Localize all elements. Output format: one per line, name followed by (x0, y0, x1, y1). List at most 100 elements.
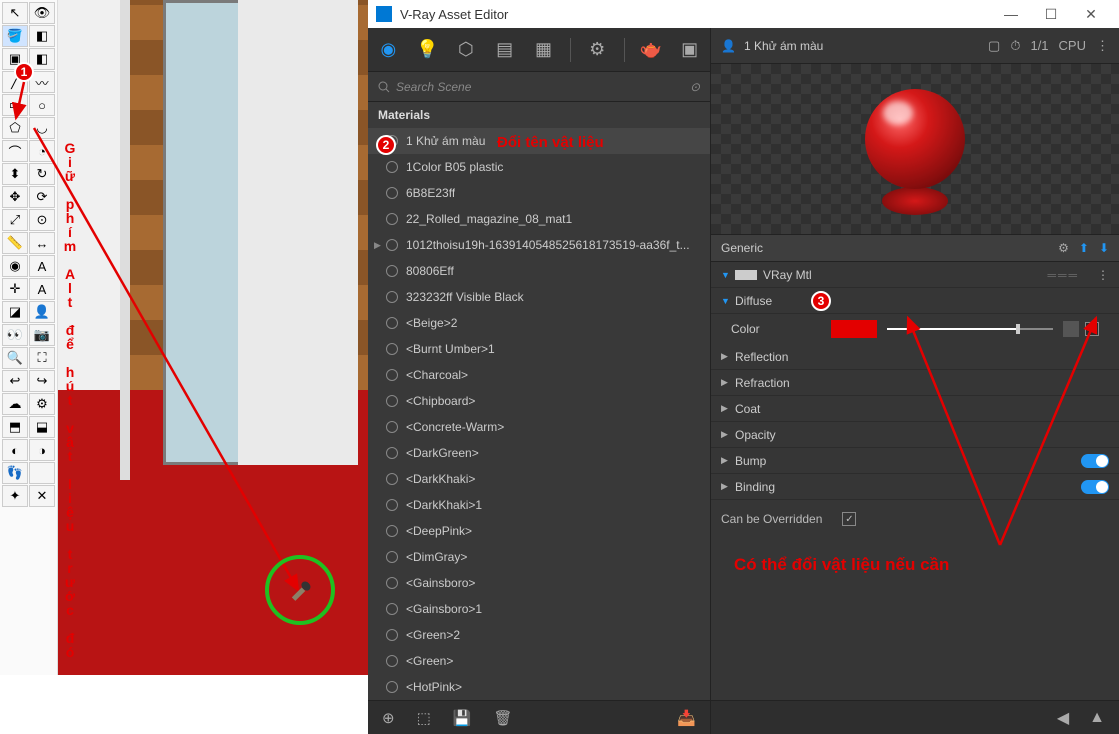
followme-tool[interactable]: ↻ (29, 163, 55, 185)
material-item[interactable]: <Gainsboro> (368, 570, 710, 596)
tool-x7[interactable]: ✕ (29, 485, 55, 507)
orbit-tool[interactable]: 👁 (29, 2, 55, 24)
walk-tool[interactable]: 👤 (29, 301, 55, 323)
tool-x2[interactable]: ⬓ (29, 416, 55, 438)
material-item[interactable]: 80806Eff (368, 258, 710, 284)
component-tool[interactable]: ▣ (2, 48, 28, 70)
materials-tab-icon[interactable]: ◉ (376, 37, 401, 63)
tool-footprint[interactable]: 👣 (2, 462, 28, 484)
axes-tool[interactable]: ✛ (2, 278, 28, 300)
polygon-tool[interactable]: ⬠ (2, 117, 28, 139)
tool-x3[interactable]: ◐ (2, 439, 28, 461)
window-titlebar[interactable]: V-Ray Asset Editor — ☐ ✕ (368, 0, 1119, 28)
search-options-icon[interactable]: ⊙ (690, 80, 700, 94)
save-asset-button[interactable]: 💾 (453, 709, 472, 727)
render-frac[interactable]: 1/1 (1030, 38, 1048, 53)
zoom-tool[interactable]: 🔍 (2, 347, 28, 369)
pie-tool[interactable]: ◔ (29, 140, 55, 162)
preview-mode-icon[interactable]: ▢ (988, 38, 1000, 54)
tape-tool[interactable]: 📏 (2, 232, 28, 254)
protractor-tool[interactable]: ◉ (2, 255, 28, 277)
tool-x6[interactable]: ✦ (2, 485, 28, 507)
diffuse-color-swatch[interactable] (831, 320, 877, 338)
settings-tab-icon[interactable]: ⚙ (585, 37, 610, 63)
opacity-section[interactable]: ▶Opacity (711, 422, 1119, 448)
diffuse-texture-enable-checkbox[interactable]: ✓ (1085, 322, 1099, 336)
bump-toggle[interactable] (1081, 454, 1109, 468)
zoom-extents-tool[interactable]: ⛶ (29, 347, 55, 369)
text-tool[interactable]: A (29, 255, 55, 277)
close-button[interactable]: ✕ (1071, 0, 1111, 28)
diffuse-section[interactable]: ▼Diffuse (711, 288, 1119, 314)
delete-asset-button[interactable]: 🗑 (493, 709, 512, 727)
refraction-section[interactable]: ▶Refraction (711, 370, 1119, 396)
vraymtl-menu-icon[interactable]: ⋮ (1097, 268, 1109, 282)
line-tool[interactable]: ╱ (2, 71, 28, 93)
lookaround-tool[interactable]: 👀 (2, 324, 28, 346)
binding-toggle[interactable] (1081, 480, 1109, 494)
material-item[interactable]: <DarkKhaki> (368, 466, 710, 492)
freehand-tool[interactable]: 〰 (29, 71, 55, 93)
offset-tool[interactable]: ⊙ (29, 209, 55, 231)
material-item[interactable]: <Chipboard> (368, 388, 710, 414)
material-item[interactable]: <DeepPink> (368, 518, 710, 544)
section-tool[interactable]: ◪ (2, 301, 28, 323)
material-item[interactable]: <Burnt Umber>1 (368, 336, 710, 362)
search-scene-input[interactable]: Search Scene ⊙ (368, 72, 710, 102)
drag-handle-icon[interactable]: ═══ (1047, 268, 1079, 282)
download-preset-icon[interactable]: ⬇ (1099, 241, 1109, 255)
rectangle-tool[interactable]: ▭ (2, 94, 28, 116)
2pt-arc-tool[interactable]: ⌒ (2, 140, 28, 162)
collapse-left-icon[interactable]: ◀ (1057, 708, 1069, 728)
material-item[interactable]: <DarkGreen> (368, 440, 710, 466)
material-item[interactable]: <Green>2 (368, 622, 710, 648)
previous-tool[interactable]: ↩ (2, 370, 28, 392)
sliders-icon[interactable]: ⚙ (1058, 241, 1069, 255)
arc-tool[interactable]: ◡ (29, 117, 55, 139)
warehouse-tool[interactable]: ☁ (2, 393, 28, 415)
render-mode-select[interactable]: CPU (1059, 38, 1086, 53)
extension-tool[interactable]: ⚙ (29, 393, 55, 415)
material-item[interactable]: <Charcoal> (368, 362, 710, 388)
select-tool[interactable]: ↖ (2, 2, 28, 24)
framebuffer-tab-icon[interactable]: ▣ (677, 37, 702, 63)
material-item[interactable]: 1 Khử ám màu (368, 128, 710, 154)
tool-a[interactable]: ◧ (29, 48, 55, 70)
minimize-button[interactable]: — (991, 0, 1031, 28)
realtime-icon[interactable]: ⏱ (1010, 38, 1020, 54)
vraymtl-row[interactable]: ▼ VRay Mtl ═══ ⋮ (711, 262, 1119, 288)
textures-tab-icon[interactable]: ▦ (531, 37, 556, 63)
rotate-tool[interactable]: ⟳ (29, 186, 55, 208)
override-checkbox[interactable]: ✓ (842, 512, 856, 526)
move-tool[interactable]: ✥ (2, 186, 28, 208)
binding-section[interactable]: ▶Binding (711, 474, 1119, 500)
bump-section[interactable]: ▶Bump (711, 448, 1119, 474)
render-elements-tab-icon[interactable]: ▤ (492, 37, 517, 63)
3dtext-tool[interactable]: A (29, 278, 55, 300)
coat-section[interactable]: ▶Coat (711, 396, 1119, 422)
lights-tab-icon[interactable]: 💡 (415, 37, 440, 63)
upload-preset-icon[interactable]: ⬆ (1079, 241, 1089, 255)
geometry-tab-icon[interactable]: ⬡ (454, 37, 479, 63)
next-tool[interactable]: ↪ (29, 370, 55, 392)
diffuse-texture-slot[interactable] (1063, 321, 1079, 337)
material-item[interactable]: <Concrete-Warm> (368, 414, 710, 440)
material-item[interactable]: 6B8E23ff (368, 180, 710, 206)
pushpull-tool[interactable]: ⬍ (2, 163, 28, 185)
material-item[interactable]: ▶1012thoisu19h-16391405485256181735​19-a… (368, 232, 710, 258)
tool-x5[interactable] (29, 462, 55, 484)
import-asset-button[interactable]: ⬚ (417, 709, 431, 727)
material-item[interactable]: <Beige>2 (368, 310, 710, 336)
material-item[interactable]: <Green> (368, 648, 710, 674)
scale-tool[interactable]: ⤢ (2, 209, 28, 231)
material-preview[interactable] (711, 64, 1119, 234)
material-item[interactable]: <DimGray> (368, 544, 710, 570)
reflection-section[interactable]: ▶Reflection (711, 344, 1119, 370)
paint-bucket-tool[interactable]: 🪣 (2, 25, 28, 47)
purge-button[interactable]: 📥 (677, 709, 696, 727)
eraser-tool[interactable]: ◧ (29, 25, 55, 47)
material-item[interactable]: <HotPink> (368, 674, 710, 700)
generic-header[interactable]: Generic ⚙ ⬆ ⬇ (711, 234, 1119, 262)
sketchup-viewport[interactable] (58, 0, 368, 675)
more-options-icon[interactable]: ⋮ (1096, 38, 1109, 54)
